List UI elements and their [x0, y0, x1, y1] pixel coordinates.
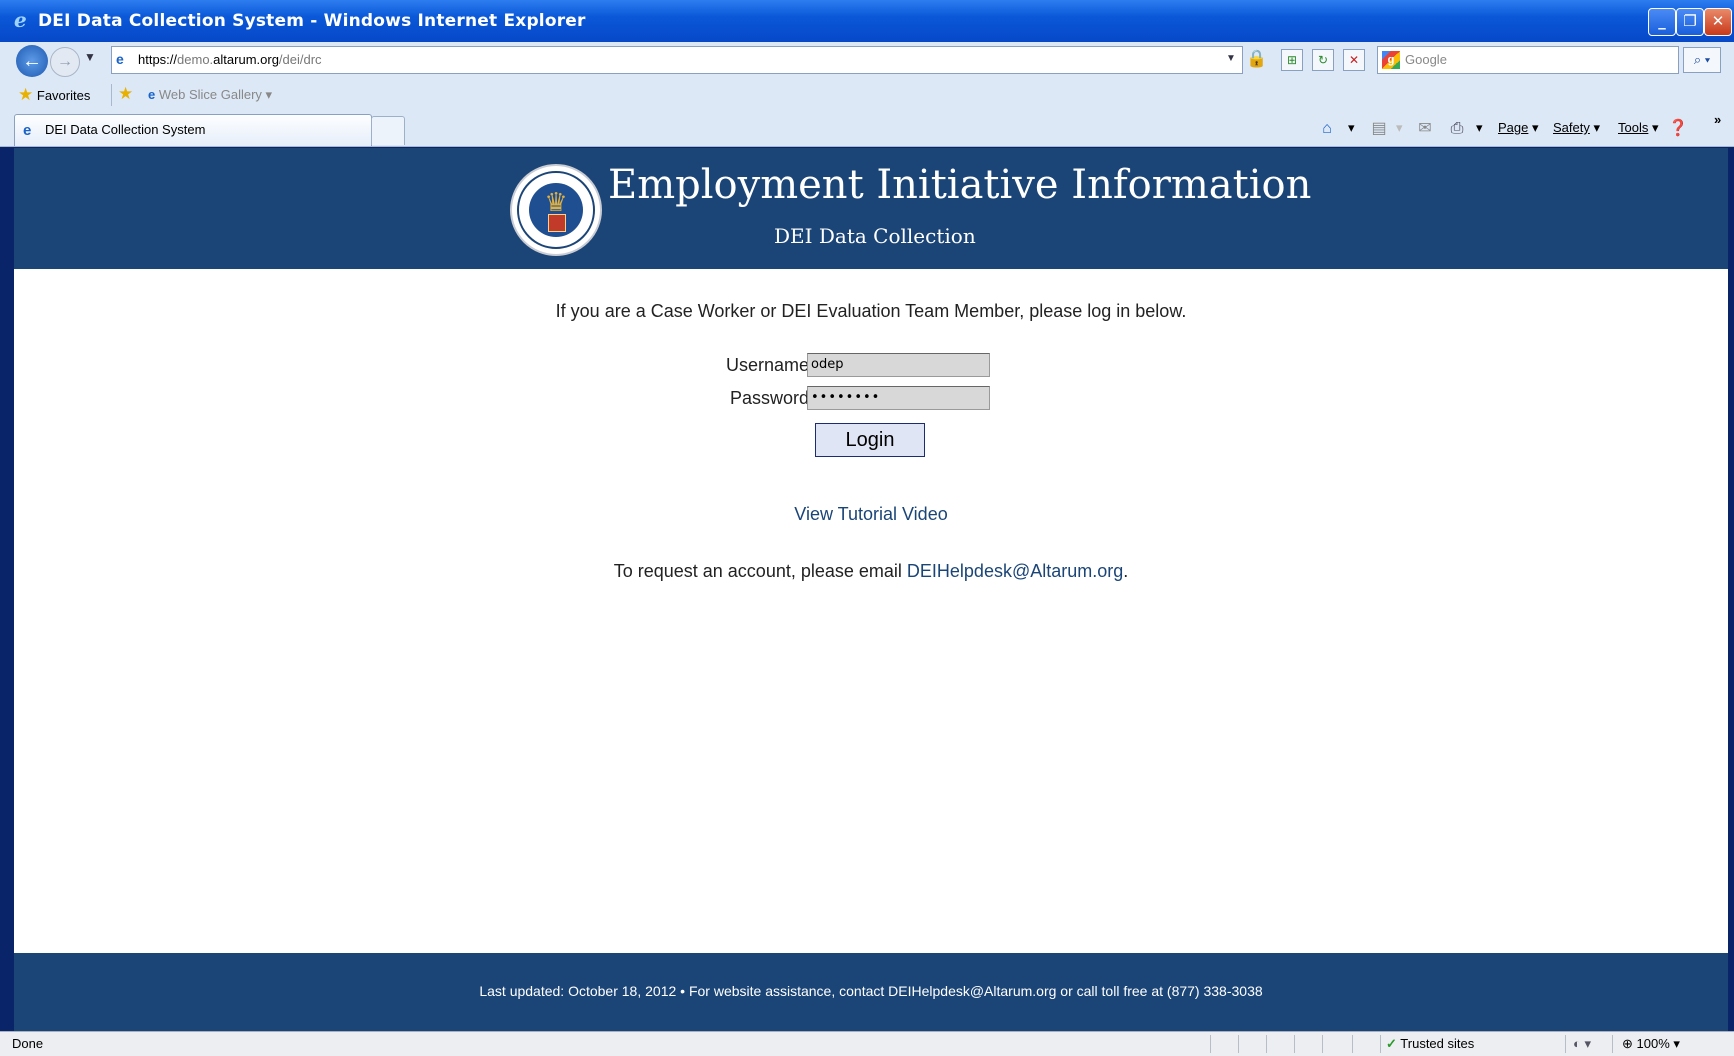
web-slice-icon: e: [148, 87, 156, 102]
window-title: DEI Data Collection System - Windows Int…: [38, 11, 586, 31]
forward-button[interactable]: →: [50, 47, 80, 77]
helpdesk-email-link[interactable]: DEIHelpdesk@Altarum.org: [907, 561, 1123, 581]
favorites-button[interactable]: ★ Favorites: [18, 85, 90, 105]
zoom-icon: ⊕: [1622, 1036, 1633, 1051]
read-mail-icon[interactable]: ✉: [1414, 118, 1436, 140]
refresh-icon[interactable]: ↻: [1312, 49, 1334, 71]
home-dropdown-icon[interactable]: ▾: [1348, 120, 1355, 136]
tab-bar: e DEI Data Collection System ⌂ ▾ ▤ ▾ ✉ ⎙…: [0, 112, 1734, 147]
browser-window: ℯ DEI Data Collection System - Windows I…: [0, 0, 1734, 1056]
site-subtitle: DEI Data Collection: [774, 224, 976, 248]
status-bar: Done ✓ Trusted sites ◐ ▾ ⊕ 100% ▾: [0, 1031, 1734, 1056]
web-slice-gallery-link[interactable]: e Web Slice Gallery ▾: [148, 87, 272, 103]
login-instructions: If you are a Case Worker or DEI Evaluati…: [555, 301, 1187, 321]
help-icon[interactable]: ❓: [1667, 118, 1689, 140]
site-title: Employment Initiative Information: [608, 162, 1312, 208]
address-bar[interactable]: e https://demo.altarum.org/dei/drc ▼: [111, 46, 1243, 74]
favorites-divider: [111, 84, 112, 106]
google-icon: g: [1382, 51, 1400, 69]
compatibility-view-icon[interactable]: ⊞: [1281, 49, 1303, 71]
address-dropdown-icon[interactable]: ▼: [1224, 52, 1238, 66]
site-footer: Last updated: October 18, 2012 • For web…: [14, 953, 1728, 1031]
protected-mode-icon[interactable]: ◐ ▾: [1573, 1036, 1591, 1052]
maximize-button[interactable]: ❐: [1676, 8, 1704, 36]
minimize-button[interactable]: _: [1648, 8, 1676, 36]
zoom-level[interactable]: ⊕ 100% ▾: [1622, 1036, 1680, 1052]
tab-page-icon: e: [23, 122, 32, 139]
home-icon[interactable]: ⌂: [1316, 118, 1338, 140]
print-dropdown-icon[interactable]: ▾: [1476, 120, 1483, 136]
username-field[interactable]: odep: [807, 353, 990, 377]
search-input[interactable]: Google: [1405, 47, 1447, 73]
tools-menu[interactable]: Tools ▾: [1618, 120, 1659, 136]
site-header-banner: ♛ Employment Initiative Information DEI …: [14, 148, 1728, 269]
stop-icon[interactable]: ✕: [1343, 49, 1365, 71]
page-icon: e: [116, 51, 124, 67]
close-window-button[interactable]: ✕: [1704, 8, 1732, 36]
favorites-star-icon: ★: [18, 85, 34, 104]
department-seal-icon: ♛: [510, 164, 602, 256]
tutorial-video-row: View Tutorial Video: [14, 504, 1728, 525]
password-field[interactable]: ••••••••: [807, 386, 990, 410]
new-tab-button[interactable]: [371, 116, 405, 145]
add-to-favorites-icon[interactable]: ★: [118, 84, 133, 104]
tutorial-video-link[interactable]: View Tutorial Video: [794, 504, 947, 524]
login-button[interactable]: Login: [815, 423, 925, 457]
tab-dei-data-collection[interactable]: e DEI Data Collection System: [14, 114, 372, 146]
feeds-dropdown-icon: ▾: [1396, 120, 1403, 135]
footer-text: Last updated: October 18, 2012 • For web…: [479, 983, 1263, 999]
more-commands-icon[interactable]: »: [1714, 112, 1721, 127]
print-icon[interactable]: ⎙: [1446, 118, 1468, 140]
feeds-icon[interactable]: ▤: [1368, 118, 1390, 140]
account-request-text: To request an account, please email DEIH…: [613, 561, 1129, 581]
recent-pages-dropdown-icon[interactable]: ▼: [84, 50, 96, 64]
status-text: Done: [12, 1036, 44, 1051]
back-button[interactable]: ←: [16, 45, 48, 77]
lock-icon[interactable]: 🔒: [1246, 48, 1267, 70]
search-button[interactable]: ⌕ ▾: [1683, 47, 1721, 73]
safety-menu[interactable]: Safety ▾: [1553, 120, 1600, 136]
password-label: Password:: [729, 388, 814, 408]
page-content: ♛ Employment Initiative Information DEI …: [14, 148, 1728, 1031]
navigation-bar: ← → ▼ e https://demo.altarum.org/dei/drc…: [0, 42, 1734, 115]
page-menu[interactable]: Page ▾: [1498, 120, 1539, 136]
security-zone[interactable]: ✓ Trusted sites: [1386, 1036, 1474, 1052]
title-bar: ℯ DEI Data Collection System - Windows I…: [0, 0, 1734, 42]
search-box[interactable]: g Google: [1377, 46, 1679, 74]
username-label: Username:: [725, 355, 814, 375]
address-url[interactable]: https://demo.altarum.org/dei/drc: [138, 47, 322, 73]
ie-logo-icon: ℯ: [14, 8, 27, 32]
trusted-check-icon: ✓: [1386, 1036, 1397, 1051]
